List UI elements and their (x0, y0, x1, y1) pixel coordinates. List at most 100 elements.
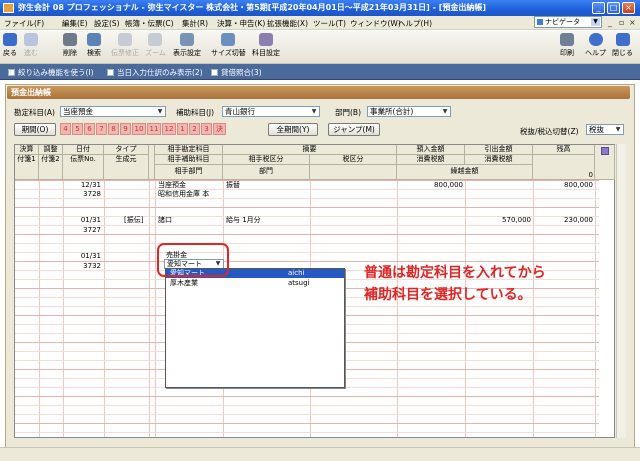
month-tab[interactable]: 3 (201, 123, 212, 135)
zoom-button[interactable]: ズーム (145, 33, 166, 58)
row1-memo[interactable]: 振替 (226, 181, 240, 190)
options-bar (0, 64, 640, 80)
col-header-memo: 摘要 (223, 145, 397, 155)
col-header-counter-sub: 相手補助科目 (155, 155, 223, 165)
sub-account-select[interactable]: 青山銀行 ▼ (222, 106, 320, 117)
menu-window[interactable]: ウィンドウ(W) (350, 18, 401, 29)
row2-withdraw[interactable]: 570,000 (465, 216, 531, 225)
row2-account[interactable]: 諸口 (158, 216, 172, 225)
menu-settings[interactable]: 設定(S) (94, 18, 120, 29)
checkbox-icon (211, 69, 218, 76)
account-settings-icon (259, 33, 273, 46)
vertical-scrollbar[interactable] (616, 144, 626, 438)
period-button[interactable]: 期間(O) (14, 123, 56, 136)
month-tab[interactable]: 5 (72, 123, 83, 135)
account-label: 勘定科目(A) (14, 108, 55, 117)
col-header-deposit: 預入金額 (397, 145, 465, 155)
help-icon (588, 33, 603, 46)
row3-date[interactable]: 01/31 (63, 252, 101, 261)
menu-edit[interactable]: 編集(E) (62, 18, 88, 29)
display-settings-icon (180, 33, 194, 46)
col-header-note-area (595, 145, 615, 180)
menu-tools[interactable]: ツール(T) (313, 18, 346, 29)
search-button[interactable]: 検索 (87, 33, 101, 58)
display-settings-button[interactable]: 表示設定 (173, 33, 201, 58)
menu-extensions[interactable]: 拡張機能(X) (267, 18, 308, 29)
help-button[interactable]: ヘルプ (585, 33, 606, 58)
print-label: 印刷 (560, 49, 574, 57)
sub-account-label: 補助科目(J) (176, 108, 215, 117)
close-button[interactable]: × (622, 2, 635, 14)
col-header-counter-account: 相手勘定科目 (155, 145, 223, 155)
dropdown-item-code[interactable]: atsugi (288, 279, 310, 288)
annotation-line2: 補助科目を選択している。 (364, 287, 532, 303)
maximize-button[interactable]: □ (607, 2, 620, 14)
delete-icon (63, 33, 77, 46)
forward-label: 進む (24, 49, 38, 57)
navigator-dropdown[interactable]: ナビゲータ ▼ (534, 16, 602, 28)
month-tab[interactable]: 9 (120, 123, 131, 135)
forward-button[interactable]: 進む (24, 33, 38, 58)
balance-check-option[interactable]: 貸借照合(3) (211, 67, 262, 78)
month-tab[interactable]: 10 (132, 123, 146, 135)
mdi-minimize-button[interactable]: _ (608, 18, 612, 27)
menu-closing[interactable]: 決算・申告(K) (217, 18, 265, 29)
menu-help[interactable]: ヘルプ(H) (398, 18, 432, 29)
close-toolbar-button[interactable]: 閉じる (612, 33, 633, 58)
row2-memo[interactable]: 給与 1月分 (226, 216, 261, 225)
display-settings-label: 表示設定 (173, 49, 201, 57)
size-switch-icon (221, 33, 236, 46)
mdi-restore-button[interactable]: ▫ (619, 18, 624, 27)
menu-reports[interactable]: 集計(R) (182, 18, 208, 29)
row2-date[interactable]: 01/31 (63, 216, 101, 225)
month-tab[interactable]: 7 (96, 123, 107, 135)
col-header-withdraw: 引出金額 (465, 145, 533, 155)
row1-sub-account[interactable]: 昭和信用金庫 本 (158, 190, 222, 199)
month-tab[interactable]: 1 (177, 123, 188, 135)
row3-voucher-no[interactable]: 3732 (63, 262, 101, 271)
size-switch-button[interactable]: サイズ切替 (211, 33, 246, 58)
ledger-title: 預金出納帳 (7, 86, 630, 99)
department-select[interactable]: 事業所(合計) ▼ (367, 106, 451, 117)
menu-books[interactable]: 帳簿・伝票(C) (125, 18, 174, 29)
account-settings-button[interactable]: 科目設定 (252, 33, 280, 58)
row1-date[interactable]: 12/31 (63, 181, 101, 190)
trace-label: 伝票修正 (111, 49, 139, 57)
status-bar (0, 447, 640, 461)
back-button[interactable]: 戻る (3, 33, 17, 58)
print-button[interactable]: 印刷 (560, 33, 574, 58)
month-tab[interactable]: 11 (147, 123, 161, 135)
tax-switch-value: 税抜 (589, 125, 604, 134)
chevron-down-icon: ▼ (311, 108, 317, 115)
month-tab-closing[interactable]: 決 (213, 123, 226, 135)
month-tab[interactable]: 6 (84, 123, 95, 135)
tax-switch-label: 税抜/税込切替(Z) (520, 127, 579, 136)
month-tab[interactable]: 2 (189, 123, 200, 135)
trace-button[interactable]: 伝票修正 (111, 33, 139, 58)
today-only-option[interactable]: 当日入力仕訳のみ表示(2) (107, 67, 203, 78)
row1-deposit[interactable]: 800,000 (397, 181, 463, 190)
menu-file[interactable]: ファイル(F) (4, 18, 44, 29)
balance-check-label: 貸借照合(3) (221, 68, 262, 77)
month-tab[interactable]: 12 (162, 123, 176, 135)
month-tab[interactable]: 4 (60, 123, 71, 135)
filter-option[interactable]: 絞り込み機能を使う(I) (8, 67, 94, 78)
col-header-type: タイプ (104, 145, 149, 155)
minimize-button[interactable]: _ (592, 2, 605, 14)
month-tab[interactable]: 8 (108, 123, 119, 135)
size-switch-label: サイズ切替 (211, 49, 246, 57)
row2-voucher-no[interactable]: 3727 (63, 226, 101, 235)
dropdown-item-code[interactable]: aichi (288, 269, 304, 278)
dropdown-item-name[interactable]: 厚木産業 (170, 279, 198, 288)
row1-voucher-no[interactable]: 3728 (63, 190, 101, 199)
account-select[interactable]: 当座預金 ▼ (60, 106, 166, 117)
delete-button[interactable]: 削除 (63, 33, 77, 58)
col-header-blank (310, 165, 397, 180)
col-header-tag2: 付箋2 (39, 155, 63, 180)
row1-account[interactable]: 当座預金 (158, 181, 186, 190)
full-period-button[interactable]: 全期間(Y) (268, 123, 318, 136)
mdi-close-button[interactable]: × (629, 18, 636, 27)
jump-button[interactable]: ジャンプ(M) (328, 123, 380, 136)
checkbox-icon (107, 69, 114, 76)
tax-switch-select[interactable]: 税抜 ▼ (586, 124, 624, 135)
